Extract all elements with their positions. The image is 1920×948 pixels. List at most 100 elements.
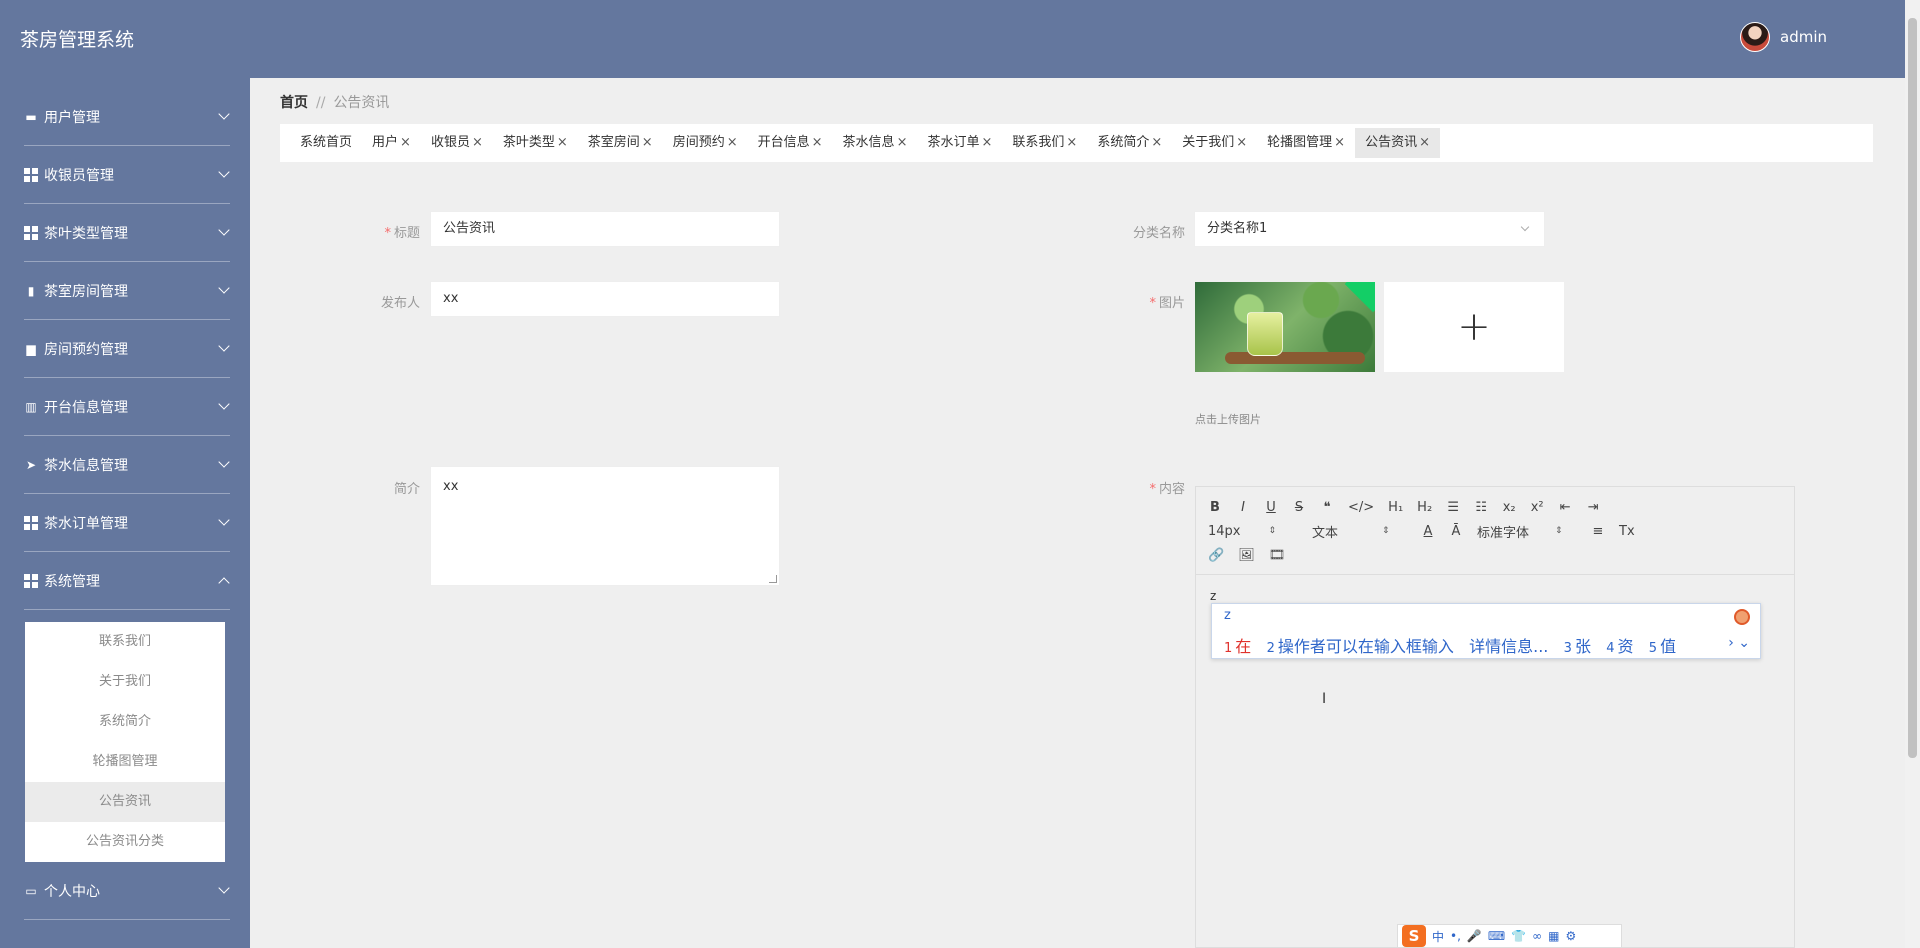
sidebar-item-tea-room[interactable]: ▮ 茶室房间管理 bbox=[0, 262, 250, 320]
sidebar-item-system[interactable]: 系统管理 bbox=[0, 552, 250, 610]
submenu-news-category[interactable]: 公告资讯分类 bbox=[25, 822, 225, 862]
sidebar-item-cashier[interactable]: 收银员管理 bbox=[0, 146, 250, 204]
punctuation-icon[interactable]: •, bbox=[1450, 929, 1461, 943]
outdent-icon[interactable]: ⇤ bbox=[1558, 500, 1572, 515]
link-icon[interactable]: 🔗 bbox=[1208, 548, 1224, 563]
sidebar-item-personal[interactable]: ▭ 个人中心 bbox=[0, 862, 250, 920]
tab-user[interactable]: 用户 × bbox=[362, 128, 421, 158]
category-select[interactable]: 分类名称1 bbox=[1194, 211, 1545, 247]
close-icon[interactable]: × bbox=[557, 135, 568, 150]
tab-system-intro[interactable]: 系统简介 × bbox=[1087, 128, 1172, 158]
close-icon[interactable]: × bbox=[897, 135, 908, 150]
tab-label: 茶叶类型 bbox=[502, 135, 555, 150]
close-icon[interactable]: × bbox=[400, 135, 411, 150]
sidebar-item-tea-type[interactable]: 茶叶类型管理 bbox=[0, 204, 250, 262]
clear-format-icon[interactable]: Tx bbox=[1619, 524, 1635, 539]
tab-tea-room[interactable]: 茶室房间 × bbox=[578, 128, 663, 158]
ime-next-page-icon[interactable]: › ⌄ bbox=[1728, 635, 1750, 651]
sogou-s-icon[interactable]: S bbox=[1402, 925, 1426, 947]
close-icon[interactable]: × bbox=[1419, 135, 1430, 150]
align-icon[interactable]: ≡ bbox=[1591, 524, 1605, 539]
user-menu[interactable]: admin bbox=[1740, 22, 1827, 52]
background-color-icon[interactable]: Ā bbox=[1449, 524, 1463, 539]
breadcrumb-home[interactable]: 首页 bbox=[280, 95, 308, 111]
settings-icon[interactable]: ⚙ bbox=[1566, 929, 1577, 943]
submenu-intro[interactable]: 系统简介 bbox=[25, 702, 225, 742]
tab-carousel[interactable]: 轮播图管理 × bbox=[1257, 128, 1355, 158]
font-size-select[interactable]: 14px ⇕ bbox=[1208, 524, 1298, 539]
close-icon[interactable]: × bbox=[1066, 135, 1077, 150]
code-block-icon[interactable]: </> bbox=[1348, 500, 1374, 515]
resize-handle-icon[interactable] bbox=[769, 575, 777, 583]
ime-candidate-2[interactable]: 2 操作者可以在输入框输入 bbox=[1267, 637, 1454, 656]
tab-cashier[interactable]: 收银员 × bbox=[421, 128, 493, 158]
tab-reservation[interactable]: 房间预约 × bbox=[663, 128, 748, 158]
upload-image-button[interactable]: + bbox=[1384, 282, 1564, 372]
font-color-icon[interactable]: A bbox=[1421, 524, 1435, 539]
microphone-icon[interactable]: 🎤 bbox=[1467, 929, 1482, 943]
italic-icon[interactable]: I bbox=[1236, 500, 1250, 515]
tab-table-info[interactable]: 开台信息 × bbox=[748, 128, 833, 158]
ime-candidate-4[interactable]: 4资 bbox=[1606, 637, 1633, 656]
sidebar-item-reservation[interactable]: ▆ 房间预约管理 bbox=[0, 320, 250, 378]
underline-icon[interactable]: U bbox=[1264, 500, 1278, 515]
ordered-list-icon[interactable]: ☰ bbox=[1446, 500, 1460, 515]
ime-candidate-5[interactable]: 5值 bbox=[1649, 637, 1676, 656]
sidebar-item-table-info[interactable]: ▥ 开台信息管理 bbox=[0, 378, 250, 436]
avatar[interactable] bbox=[1740, 22, 1770, 52]
tab-tea-order[interactable]: 茶水订单 × bbox=[917, 128, 1002, 158]
tab-tea-drink[interactable]: 茶水信息 × bbox=[833, 128, 918, 158]
chinese-mode-icon[interactable]: 中 bbox=[1432, 928, 1444, 945]
user-name[interactable]: admin bbox=[1780, 28, 1827, 46]
format-select[interactable]: 文本 ⇕ bbox=[1312, 522, 1407, 541]
heading-1-icon[interactable]: H₁ bbox=[1388, 500, 1403, 515]
title-input[interactable]: 公告资讯 bbox=[430, 211, 780, 247]
toolbox-icon[interactable]: ▦ bbox=[1548, 929, 1559, 943]
heading-2-icon[interactable]: H₂ bbox=[1417, 500, 1432, 515]
video-icon[interactable]: 🎞 bbox=[1269, 548, 1286, 563]
bullet-list-icon[interactable]: ☷ bbox=[1474, 500, 1488, 515]
ime-detail-link[interactable]: 详情信息... bbox=[1469, 637, 1548, 656]
bold-icon[interactable]: B bbox=[1208, 500, 1222, 515]
sidebar-item-user[interactable]: ▬ 用户管理 bbox=[0, 88, 250, 146]
submenu-about[interactable]: 关于我们 bbox=[25, 662, 225, 702]
ai-icon[interactable]: ∞ bbox=[1532, 929, 1542, 943]
ime-candidate-3[interactable]: 3张 bbox=[1564, 637, 1591, 656]
close-icon[interactable]: × bbox=[1151, 135, 1162, 150]
uploaded-image-thumbnail[interactable] bbox=[1195, 282, 1375, 372]
sidebar-item-tea-drink[interactable]: ➤ 茶水信息管理 bbox=[0, 436, 250, 494]
publisher-input[interactable]: xx bbox=[430, 281, 780, 317]
strike-icon[interactable]: S bbox=[1292, 500, 1306, 515]
sogou-logo-icon[interactable] bbox=[1734, 609, 1750, 625]
close-icon[interactable]: × bbox=[981, 135, 992, 150]
chevron-down-icon bbox=[218, 282, 230, 294]
image-icon[interactable]: 🖼 bbox=[1238, 548, 1255, 563]
close-icon[interactable]: × bbox=[1236, 135, 1247, 150]
ime-candidate-1[interactable]: 1在 bbox=[1224, 637, 1251, 656]
scrollbar-thumb[interactable] bbox=[1908, 18, 1917, 758]
submenu-news[interactable]: 公告资讯 bbox=[25, 782, 225, 822]
font-family-select[interactable]: 标准字体 ⇕ bbox=[1477, 522, 1577, 541]
submenu-contact[interactable]: 联系我们 bbox=[25, 622, 225, 662]
close-icon[interactable]: × bbox=[727, 135, 738, 150]
close-icon[interactable]: × bbox=[812, 135, 823, 150]
subscript-icon[interactable]: x₂ bbox=[1502, 500, 1516, 515]
close-icon[interactable]: × bbox=[1334, 135, 1345, 150]
editor-content[interactable]: z bbox=[1210, 589, 1216, 603]
tab-news[interactable]: 公告资讯 × bbox=[1355, 128, 1440, 158]
keyboard-icon[interactable]: ⌨ bbox=[1488, 929, 1505, 943]
superscript-icon[interactable]: x² bbox=[1530, 500, 1544, 515]
sidebar-item-tea-order[interactable]: 茶水订单管理 bbox=[0, 494, 250, 552]
close-icon[interactable]: × bbox=[472, 135, 483, 150]
tab-home[interactable]: 系统首页 bbox=[290, 128, 362, 158]
tab-tea-type[interactable]: 茶叶类型 × bbox=[493, 128, 578, 158]
close-icon[interactable]: × bbox=[642, 135, 653, 150]
blockquote-icon[interactable]: ❝ bbox=[1320, 500, 1334, 515]
skin-icon[interactable]: 👕 bbox=[1511, 929, 1526, 943]
indent-icon[interactable]: ⇥ bbox=[1586, 500, 1600, 515]
tab-about[interactable]: 关于我们 × bbox=[1172, 128, 1257, 158]
intro-textarea[interactable]: xx bbox=[430, 466, 780, 586]
page-scrollbar[interactable] bbox=[1905, 0, 1920, 948]
tab-contact[interactable]: 联系我们 × bbox=[1002, 128, 1087, 158]
submenu-carousel[interactable]: 轮播图管理 bbox=[25, 742, 225, 782]
